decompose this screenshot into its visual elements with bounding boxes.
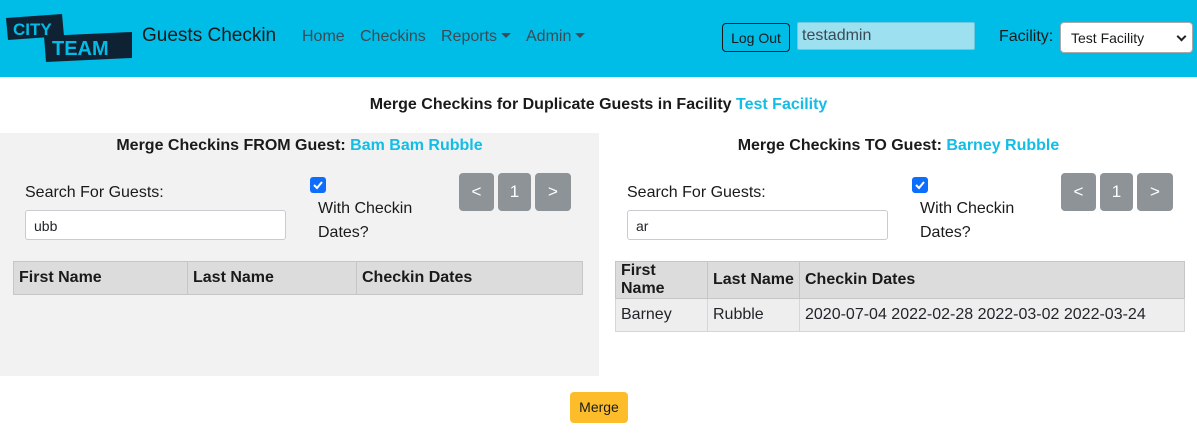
nav-home[interactable]: Home <box>302 28 345 46</box>
to-checkin-dates-checkbox[interactable] <box>912 177 928 193</box>
facility-select[interactable]: Test Facility <box>1060 22 1193 53</box>
from-checkbox-label: With Checkin Dates? <box>318 200 413 241</box>
to-prev-page-button[interactable]: < <box>1061 173 1096 211</box>
from-checkin-dates-checkbox[interactable] <box>310 177 326 193</box>
to-guest-name: Barney Rubble <box>946 137 1060 154</box>
facility-label: Facility: <box>999 28 1054 45</box>
from-panel-title: Merge Checkins FROM Guest: Bam Bam Rubbl… <box>116 137 483 154</box>
to-search-label: Search For Guests: <box>627 184 766 201</box>
chevron-down-icon <box>1176 31 1187 42</box>
table-row[interactable]: Barney Rubble 2020-07-04 2022-02-28 2022… <box>615 298 1185 332</box>
from-search-label: Search For Guests: <box>25 184 164 201</box>
to-next-page-button[interactable]: > <box>1137 173 1173 211</box>
facility-selected-value: Test Facility <box>1071 30 1145 46</box>
check-icon <box>313 181 323 190</box>
cell-last-name: Rubble <box>707 298 800 332</box>
page-title: Merge Checkins for Duplicate Guests in F… <box>369 96 828 113</box>
to-search-input[interactable]: ar <box>627 210 888 240</box>
column-header-checkin-dates[interactable]: Checkin Dates <box>799 261 1185 299</box>
heading-facility-name: Test Facility <box>736 96 828 113</box>
logout-button[interactable]: Log Out <box>722 23 790 52</box>
nav-checkins[interactable]: Checkins <box>360 28 426 46</box>
svg-text:CITY: CITY <box>13 20 52 39</box>
from-prev-page-button[interactable]: < <box>459 173 494 211</box>
top-navbar: CITY TEAM Guests Checkin Home Checkins R… <box>0 0 1197 77</box>
merge-button[interactable]: Merge <box>570 392 628 423</box>
from-guests-table: First Name Last Name Checkin Dates <box>13 261 583 295</box>
check-icon <box>915 181 925 190</box>
from-search-input[interactable]: ubb <box>25 210 286 240</box>
nav-reports[interactable]: Reports <box>441 28 512 46</box>
from-page-1-button[interactable]: 1 <box>498 173 531 211</box>
svg-text:TEAM: TEAM <box>52 38 109 60</box>
column-header-last-name[interactable]: Last Name <box>707 261 800 299</box>
chevron-down-icon <box>575 33 586 38</box>
column-header-last-name[interactable]: Last Name <box>187 261 357 295</box>
app-brand[interactable]: Guests Checkin <box>142 25 276 47</box>
column-header-first-name[interactable]: First Name <box>13 261 188 295</box>
column-header-checkin-dates[interactable]: Checkin Dates <box>356 261 583 295</box>
to-guests-table: First Name Last Name Checkin Dates Barne… <box>615 261 1185 332</box>
merge-from-panel <box>0 133 599 376</box>
chevron-down-icon <box>501 33 512 38</box>
column-header-first-name[interactable]: First Name <box>615 261 708 299</box>
to-panel-title: Merge Checkins TO Guest: Barney Rubble <box>737 137 1060 154</box>
from-next-page-button[interactable]: > <box>535 173 571 211</box>
cityteam-logo[interactable]: CITY TEAM <box>4 14 134 64</box>
to-checkbox-label: With Checkin Dates? <box>920 200 1015 241</box>
username-field[interactable]: testadmin <box>797 22 975 50</box>
nav-admin[interactable]: Admin <box>526 28 586 46</box>
from-guest-name: Bam Bam Rubble <box>350 137 483 154</box>
cell-checkin-dates: 2020-07-04 2022-02-28 2022-03-02 2022-03… <box>799 298 1185 332</box>
to-page-1-button[interactable]: 1 <box>1100 173 1133 211</box>
cell-first-name: Barney <box>615 298 708 332</box>
